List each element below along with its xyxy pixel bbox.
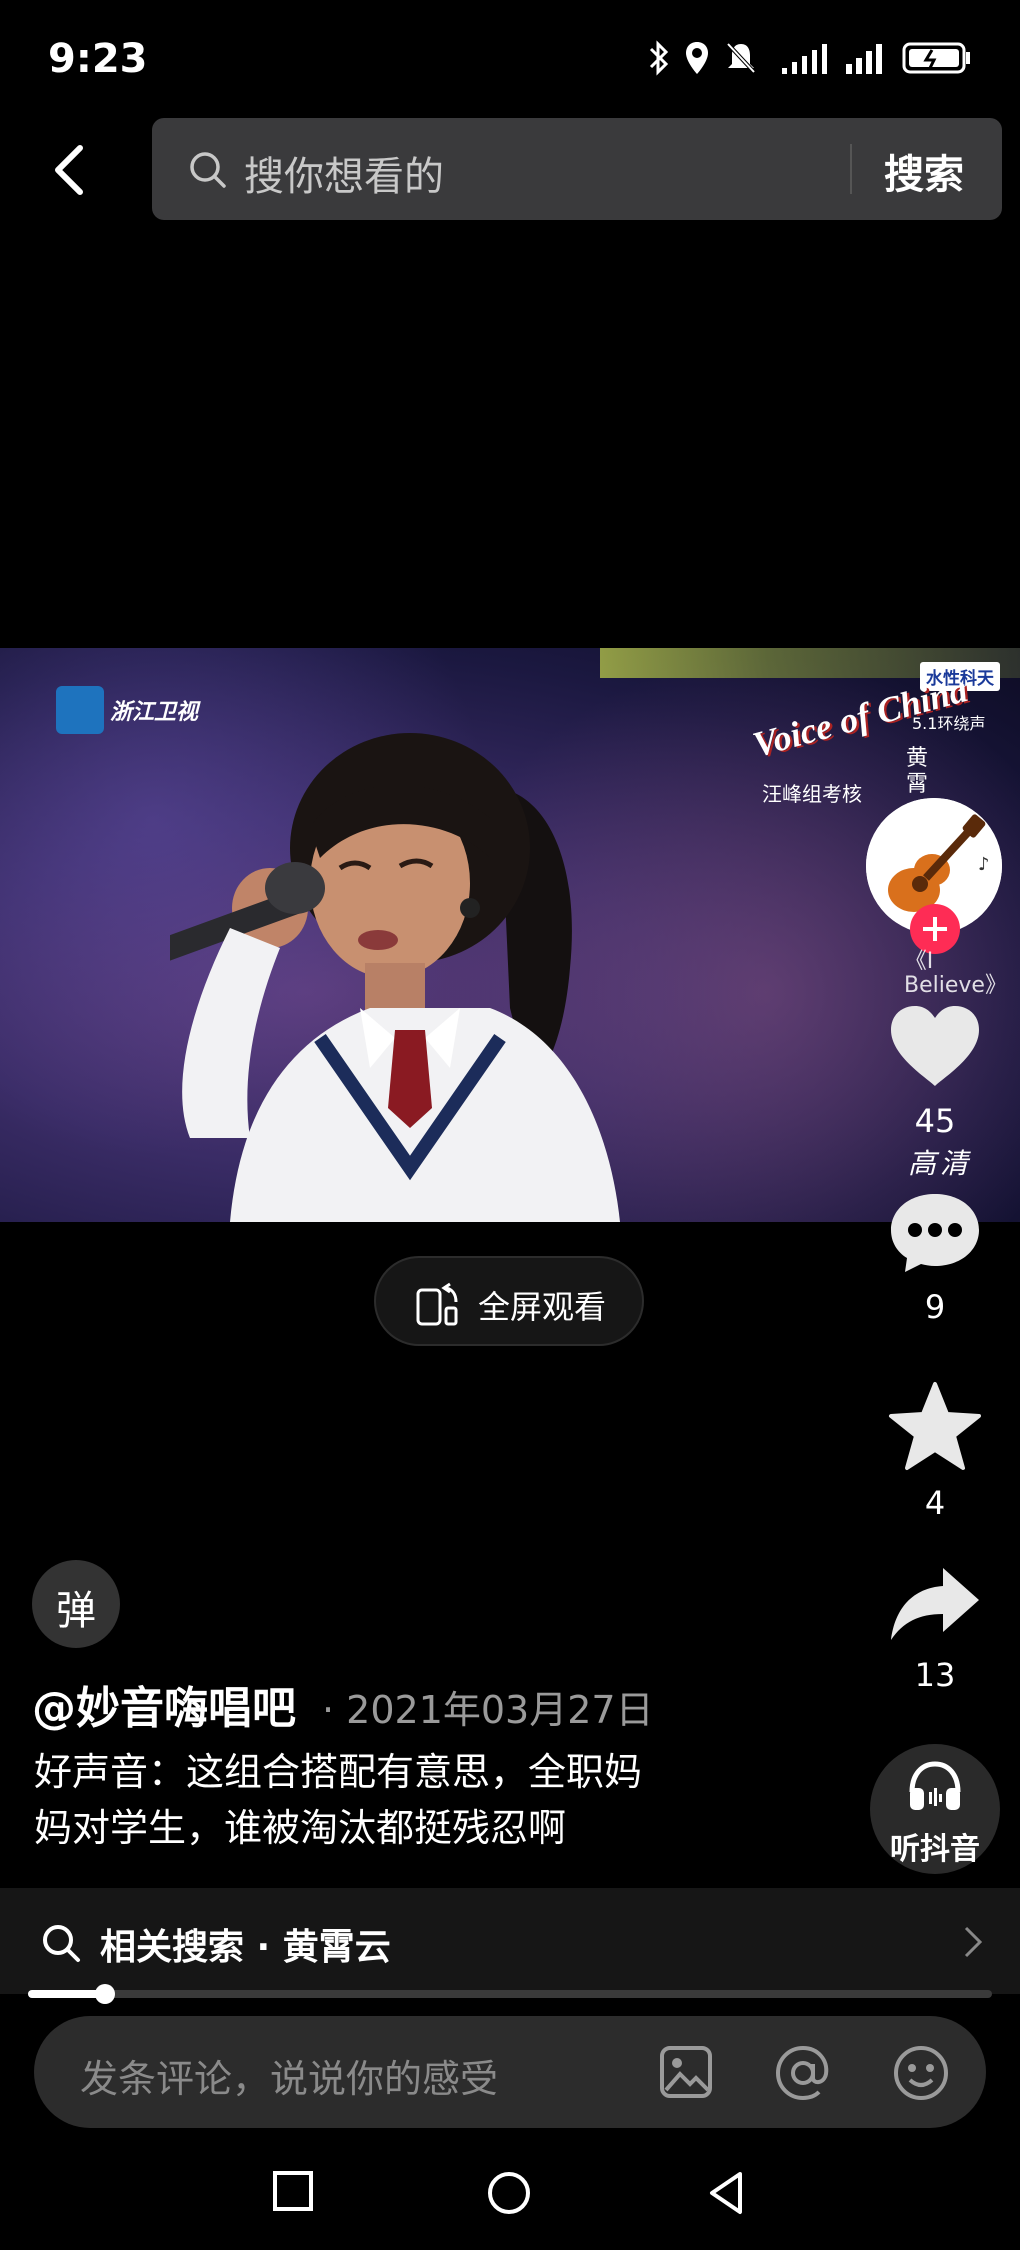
fullscreen-label: 全屏观看 [478,1288,607,1326]
fullscreen-button[interactable]: 全屏观看 [374,1256,644,1346]
search-icon [43,1925,80,1962]
singer-image [170,733,620,1222]
comment-icon [891,1194,979,1272]
triangle-back-icon [710,2172,742,2214]
home-button[interactable] [486,2170,532,2220]
svg-text:♪: ♪ [978,854,990,875]
quality-label[interactable]: 高清 [880,1142,1000,1182]
listen-douyin-button[interactable]: 听抖音 [870,1744,1000,1874]
recents-button[interactable] [272,2170,314,2216]
star-icon [889,1382,981,1470]
signal-1-icon [782,44,827,74]
author-line: @妙音嗨唱吧 · 2021年03月27日 [32,1672,654,1736]
mention-button[interactable] [774,2044,832,2106]
circle-icon [488,2172,530,2214]
post-caption: 好声音：这组合搭配有意思，全职妈 妈对学生，谁被淘汰都挺残忍啊 [34,1744,754,1856]
vertical-title: 黄霄 [906,746,929,797]
at-sign-icon [775,2045,829,2101]
search-divider [850,144,852,194]
signal-2-icon [846,44,882,74]
status-bar: 9:23 [0,0,1020,110]
search-button[interactable]: 搜索 [884,142,964,200]
image-picker-button[interactable] [658,2044,714,2104]
video-player[interactable]: 浙江卫视 水性科天 Voice of China 5.1环绕声 汪峰组考核 黄霄 [0,648,1020,1222]
comment-button[interactable]: 9 [880,1190,990,1326]
progress-bar[interactable] [28,1984,992,2004]
share-button[interactable]: 13 [880,1564,990,1694]
emoji-button[interactable] [892,2044,950,2106]
headphones-icon [909,1761,961,1810]
surround-label: 5.1环绕声 [912,714,986,733]
back-button[interactable] [48,140,108,200]
progress-fill [28,1990,106,1998]
share-count: 13 [914,1656,956,1694]
favorite-button[interactable]: 4 [880,1380,990,1522]
caption-line-1: 好声音：这组合搭配有意思，全职妈 [34,1750,643,1794]
emoji-icon [894,2046,948,2100]
status-icons [648,40,972,76]
search-bar[interactable]: 搜你想看的 搜索 [152,118,1002,220]
system-nav-bar [0,2130,1020,2250]
danmaku-label: 弹 [56,1588,96,1634]
listen-label: 听抖音 [890,1832,980,1867]
bluetooth-icon [649,40,669,76]
comment-count: 9 [924,1288,946,1326]
danmaku-toggle[interactable]: 弹 [32,1560,120,1648]
status-time: 9:23 [48,36,148,82]
related-search-bar[interactable]: 相关搜索 · 黄霄云 [0,1888,1020,1994]
comment-input-bar[interactable]: 发条评论，说说你的感受 [34,2016,986,2128]
back-arrow-icon [55,145,83,195]
battery-icon [902,42,970,74]
search-icon [190,152,226,188]
progress-handle[interactable] [95,1984,116,2004]
author-name[interactable]: @妙音嗨唱吧 [32,1672,296,1736]
channel-logo-mark [56,686,104,734]
chevron-right-icon [964,1926,983,1958]
mute-bell-icon [726,42,756,74]
post-date: · 2021年03月27日 [322,1688,654,1732]
caption-line-2: 妈对学生，谁被淘汰都挺残忍啊 [34,1806,567,1850]
image-icon [660,2046,712,2098]
like-button[interactable]: 45 [880,1002,990,1140]
related-search-text: 相关搜索 · 黄霄云 [100,1927,391,1968]
heart-icon [891,1006,979,1086]
like-count: 45 [914,1102,956,1140]
song-title-vertical: 《I Believe》 [904,949,1007,998]
nav-back-button[interactable] [706,2170,746,2220]
rotate-phone-icon [416,1282,458,1326]
search-input[interactable]: 搜你想看的 [244,144,444,202]
share-arrow-icon [891,1568,979,1640]
location-icon [686,42,708,74]
favorite-count: 4 [924,1484,946,1522]
show-logo-subtitle: 汪峰组考核 [762,782,862,806]
comment-input[interactable]: 发条评论，说说你的感受 [80,2048,498,2103]
follow-button[interactable] [910,904,960,954]
square-icon [273,2171,313,2211]
